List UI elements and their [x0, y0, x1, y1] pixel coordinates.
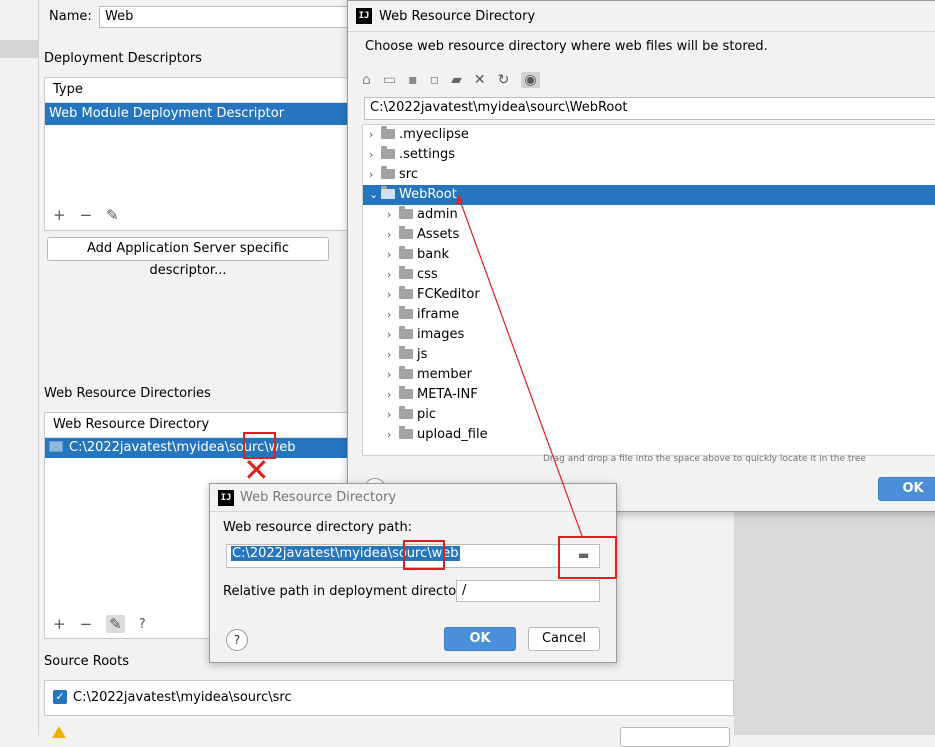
annotation-arrow — [456, 194, 583, 537]
